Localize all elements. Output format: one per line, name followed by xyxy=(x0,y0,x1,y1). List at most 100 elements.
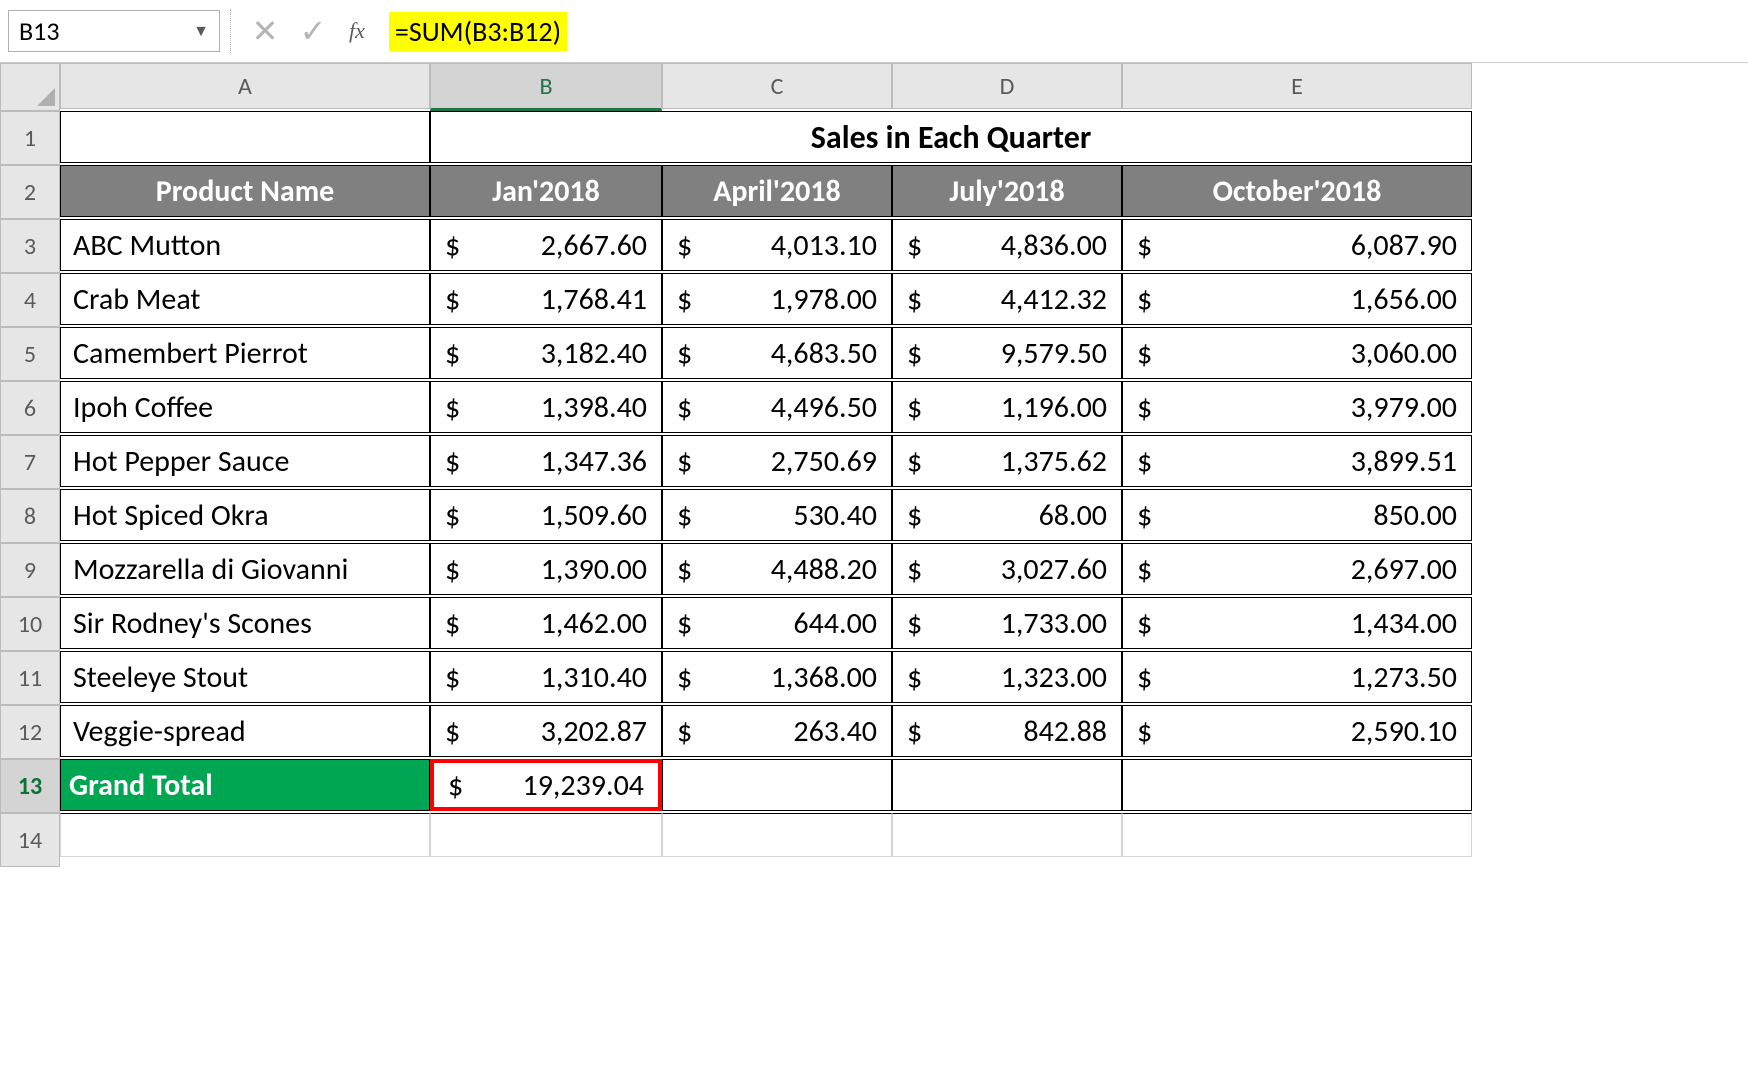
row-header-6[interactable]: 6 xyxy=(0,381,60,435)
cell-C4[interactable]: $1,978.00 xyxy=(662,273,892,325)
dollar-sign: $ xyxy=(441,335,460,372)
money-value: 1,375.62 xyxy=(1001,443,1111,480)
cell-C6[interactable]: $4,496.50 xyxy=(662,381,892,433)
product-name-5[interactable]: Hot Spiced Okra xyxy=(60,489,430,541)
product-name-8[interactable]: Steeleye Stout xyxy=(60,651,430,703)
cell-E8[interactable]: $850.00 xyxy=(1122,489,1472,541)
cell-E6[interactable]: $3,979.00 xyxy=(1122,381,1472,433)
cell-C12[interactable]: $263.40 xyxy=(662,705,892,757)
product-name-7[interactable]: Sir Rodney's Scones xyxy=(60,597,430,649)
row-header-2[interactable]: 2 xyxy=(0,165,60,219)
cell-C11[interactable]: $1,368.00 xyxy=(662,651,892,703)
cell-D6[interactable]: $1,196.00 xyxy=(892,381,1122,433)
dollar-sign: $ xyxy=(441,659,460,696)
name-box[interactable]: B13 ▼ xyxy=(8,10,220,52)
cell-E5[interactable]: $3,060.00 xyxy=(1122,327,1472,379)
money-value: 9,579.50 xyxy=(1001,335,1111,372)
cell-row14-3[interactable] xyxy=(892,813,1122,857)
col-header-D[interactable]: D xyxy=(892,63,1122,109)
cell-D13[interactable] xyxy=(892,759,1122,811)
cell-C8[interactable]: $530.40 xyxy=(662,489,892,541)
cell-A1[interactable] xyxy=(60,111,430,163)
cell-E10[interactable]: $1,434.00 xyxy=(1122,597,1472,649)
cell-C3[interactable]: $4,013.10 xyxy=(662,219,892,271)
cell-B12[interactable]: $3,202.87 xyxy=(430,705,662,757)
money-value: 1,978.00 xyxy=(771,281,881,318)
cell-E9[interactable]: $2,697.00 xyxy=(1122,543,1472,595)
formula-input[interactable]: =SUM(B3:B12) xyxy=(389,12,567,51)
cell-D7[interactable]: $1,375.62 xyxy=(892,435,1122,487)
dollar-sign: $ xyxy=(1133,497,1152,534)
name-box-dropdown-icon[interactable]: ▼ xyxy=(193,22,209,41)
product-name-6[interactable]: Mozzarella di Giovanni xyxy=(60,543,430,595)
cell-D4[interactable]: $4,412.32 xyxy=(892,273,1122,325)
cell-B11[interactable]: $1,310.40 xyxy=(430,651,662,703)
col-header-B[interactable]: B xyxy=(430,63,662,111)
cell-D10[interactable]: $1,733.00 xyxy=(892,597,1122,649)
cell-D12[interactable]: $842.88 xyxy=(892,705,1122,757)
row-header-8[interactable]: 8 xyxy=(0,489,60,543)
cell-E13[interactable] xyxy=(1122,759,1472,811)
row-header-4[interactable]: 4 xyxy=(0,273,60,327)
cell-D8[interactable]: $68.00 xyxy=(892,489,1122,541)
dollar-sign: $ xyxy=(1133,281,1152,318)
cell-B5[interactable]: $3,182.40 xyxy=(430,327,662,379)
row-header-11[interactable]: 11 xyxy=(0,651,60,705)
product-name-2[interactable]: Camembert Pierrot xyxy=(60,327,430,379)
row-header-1[interactable]: 1 xyxy=(0,111,60,165)
row-header-5[interactable]: 5 xyxy=(0,327,60,381)
row-header-13[interactable]: 13 xyxy=(0,759,60,813)
cell-C5[interactable]: $4,683.50 xyxy=(662,327,892,379)
cell-C13[interactable] xyxy=(662,759,892,811)
cell-D5[interactable]: $9,579.50 xyxy=(892,327,1122,379)
cell-B7[interactable]: $1,347.36 xyxy=(430,435,662,487)
dollar-sign: $ xyxy=(441,605,460,642)
active-cell-B13[interactable]: $19,239.04 xyxy=(430,759,662,811)
cell-C7[interactable]: $2,750.69 xyxy=(662,435,892,487)
row-header-7[interactable]: 7 xyxy=(0,435,60,489)
cell-B10[interactable]: $1,462.00 xyxy=(430,597,662,649)
cell-B6[interactable]: $1,398.40 xyxy=(430,381,662,433)
fx-label[interactable]: fx xyxy=(337,18,377,44)
cell-E11[interactable]: $1,273.50 xyxy=(1122,651,1472,703)
cell-E12[interactable]: $2,590.10 xyxy=(1122,705,1472,757)
dollar-sign: $ xyxy=(903,443,922,480)
cell-row14-1[interactable] xyxy=(430,813,662,857)
product-name-4[interactable]: Hot Pepper Sauce xyxy=(60,435,430,487)
cell-E7[interactable]: $3,899.51 xyxy=(1122,435,1472,487)
cell-B3[interactable]: $2,667.60 xyxy=(430,219,662,271)
dollar-sign: $ xyxy=(673,497,692,534)
cell-E4[interactable]: $1,656.00 xyxy=(1122,273,1472,325)
cell-row14-4[interactable] xyxy=(1122,813,1472,857)
product-name-0[interactable]: ABC Mutton xyxy=(60,219,430,271)
col-header-A[interactable]: A xyxy=(60,63,430,109)
row-header-12[interactable]: 12 xyxy=(0,705,60,759)
row-header-10[interactable]: 10 xyxy=(0,597,60,651)
row-header-14[interactable]: 14 xyxy=(0,813,60,867)
product-name-9[interactable]: Veggie-spread xyxy=(60,705,430,757)
cell-B9[interactable]: $1,390.00 xyxy=(430,543,662,595)
cell-row14-0[interactable] xyxy=(60,813,430,857)
accept-formula-icon[interactable]: ✓ xyxy=(289,12,337,51)
cell-D9[interactable]: $3,027.60 xyxy=(892,543,1122,595)
cell-B8[interactable]: $1,509.60 xyxy=(430,489,662,541)
cell-row14-2[interactable] xyxy=(662,813,892,857)
cell-D11[interactable]: $1,323.00 xyxy=(892,651,1122,703)
row-header-3[interactable]: 3 xyxy=(0,219,60,273)
dollar-sign: $ xyxy=(1133,551,1152,588)
cancel-formula-icon[interactable]: ✕ xyxy=(241,12,289,51)
money-value: 1,390.00 xyxy=(541,551,651,588)
row-header-9[interactable]: 9 xyxy=(0,543,60,597)
dollar-sign: $ xyxy=(1133,605,1152,642)
cell-D3[interactable]: $4,836.00 xyxy=(892,219,1122,271)
cell-E3[interactable]: $6,087.90 xyxy=(1122,219,1472,271)
cell-B4[interactable]: $1,768.41 xyxy=(430,273,662,325)
cell-C9[interactable]: $4,488.20 xyxy=(662,543,892,595)
col-header-E[interactable]: E xyxy=(1122,63,1472,109)
cell-C10[interactable]: $644.00 xyxy=(662,597,892,649)
col-header-C[interactable]: C xyxy=(662,63,892,109)
product-name-3[interactable]: Ipoh Coffee xyxy=(60,381,430,433)
product-name-1[interactable]: Crab Meat xyxy=(60,273,430,325)
select-all-corner[interactable] xyxy=(0,63,60,111)
spreadsheet-grid[interactable]: ABCDE1Sales in Each Quarter2Product Name… xyxy=(0,63,1748,867)
